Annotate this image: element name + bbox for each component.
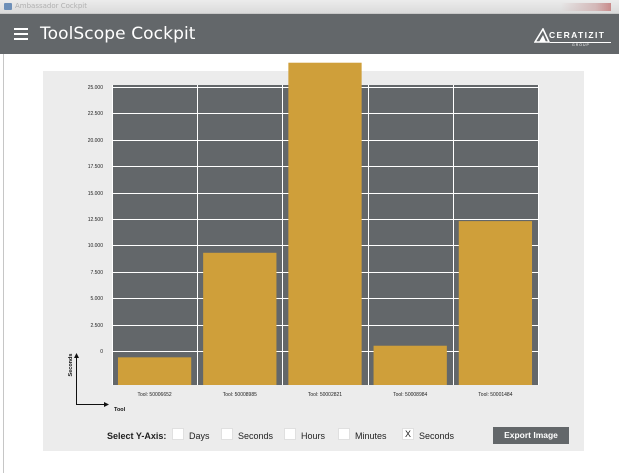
brand-logo: CERATIZIT GROUP <box>534 28 614 48</box>
y-tick-label: 20.000 <box>88 138 104 144</box>
x-tick-label: Tool: 50008984 <box>393 392 427 398</box>
bar-2[interactable] <box>203 252 277 385</box>
app-icon <box>4 3 12 10</box>
y-tick-label: 15.000 <box>88 191 104 197</box>
y-tick-label: 25.000 <box>88 85 104 91</box>
option-seconds-label: Seconds <box>238 431 274 441</box>
option-minutes-label: Minutes <box>355 431 387 441</box>
checkbox-seconds[interactable] <box>221 428 233 440</box>
checkbox-minutes[interactable] <box>338 428 350 440</box>
bar-5[interactable] <box>458 221 533 385</box>
brand-name: CERATIZIT <box>549 30 606 40</box>
y-tick-label: 12.500 <box>88 217 104 223</box>
app-header: ToolScope Cockpit CERATIZIT GROUP <box>0 14 619 54</box>
menu-icon[interactable] <box>14 28 28 40</box>
x-tick-label: Tool: 50006652 <box>137 392 171 398</box>
app-title: ToolScope Cockpit <box>40 24 196 44</box>
option-hours-label: Hours <box>301 431 326 441</box>
x-tick-label: Tool: 50008985 <box>223 392 257 398</box>
content-border <box>3 54 4 473</box>
x-tick-label: Tool: 50001484 <box>478 392 512 398</box>
window-title: Ambassador Cockpit <box>15 2 87 10</box>
y-tick-label: 22.500 <box>88 111 104 117</box>
y-tick-label: 10.000 <box>88 243 104 249</box>
checkbox-hours[interactable] <box>284 428 296 440</box>
option-seconds-selected-label: Seconds <box>419 431 455 441</box>
checkbox-seconds-selected[interactable]: X <box>402 428 414 440</box>
y-tick-label: 17.500 <box>88 164 104 170</box>
brand-triangle-icon <box>534 28 550 43</box>
checkbox-days[interactable] <box>172 428 184 440</box>
y-tick-label: 5.000 <box>90 296 103 302</box>
y-tick-label: 0 <box>100 349 103 355</box>
window-controls[interactable] <box>561 3 611 11</box>
x-tick-label: Tool: 50002821 <box>308 392 342 398</box>
y-tick-label: 2.500 <box>90 323 103 329</box>
window-titlebar: Ambassador Cockpit <box>0 0 619 14</box>
y-tick-label: 7.500 <box>90 270 103 276</box>
bar-3[interactable] <box>288 62 362 385</box>
option-days-label: Days <box>189 431 210 441</box>
export-image-button[interactable]: Export Image <box>493 427 569 444</box>
y-axis-label: Select Y-Axis: <box>107 431 167 441</box>
bar-1[interactable] <box>117 357 192 385</box>
bar-4[interactable] <box>373 345 447 385</box>
brand-subtitle: GROUP <box>572 43 590 47</box>
